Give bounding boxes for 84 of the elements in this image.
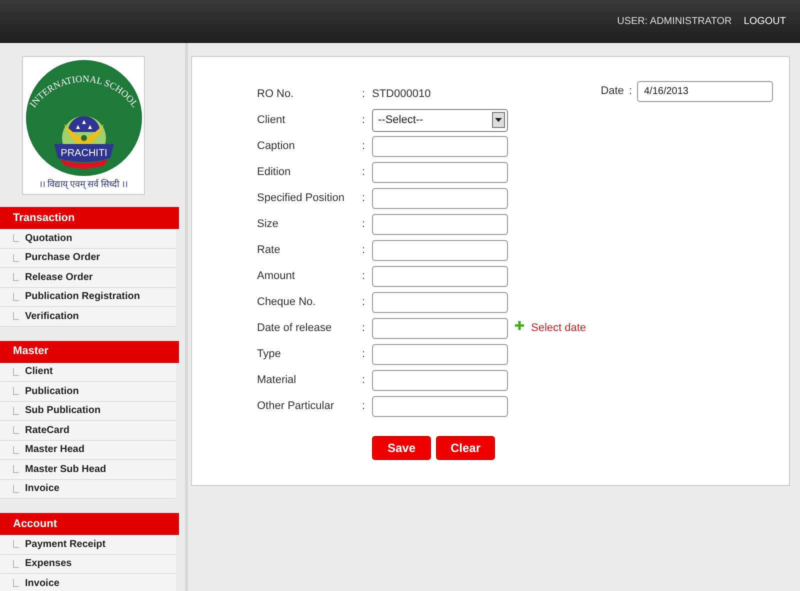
- field-label: Type: [257, 346, 282, 362]
- field-label: Other Particular: [257, 398, 336, 414]
- tree-branch-icon: [13, 579, 19, 588]
- field-label: Date of release: [257, 320, 333, 336]
- tree-branch-icon: [13, 465, 19, 474]
- tree-branch-icon: [13, 446, 19, 454]
- emblem-drawing: [54, 116, 114, 168]
- menu-item[interactable]: Sub Publication: [0, 402, 176, 421]
- menu-item[interactable]: Quotation: [0, 229, 176, 248]
- date-field[interactable]: 4/16/2013: [637, 81, 773, 102]
- field-label: Size: [257, 216, 280, 232]
- field-label: RO No.: [257, 86, 295, 102]
- tree-branch-icon: [13, 540, 19, 548]
- input-field[interactable]: [372, 266, 508, 286]
- input-field[interactable]: [372, 240, 508, 260]
- colon: :: [628, 84, 632, 100]
- tree-branch-icon: [13, 368, 19, 376]
- colon: :: [362, 112, 366, 128]
- colon: :: [362, 294, 366, 310]
- input-field[interactable]: [372, 292, 508, 312]
- menu-item[interactable]: Master Head: [0, 440, 176, 460]
- menu-item[interactable]: RateCard: [0, 421, 176, 440]
- field-label: Edition: [257, 164, 292, 180]
- menu-item[interactable]: Client: [0, 362, 176, 382]
- tree-branch-icon: [13, 254, 19, 262]
- logout-link[interactable]: LOGOUT: [744, 14, 786, 29]
- field-label: Rate: [257, 242, 282, 258]
- tree-branch-icon: [13, 234, 19, 242]
- colon: :: [362, 320, 366, 336]
- tree-branch-icon: [13, 292, 19, 301]
- tree-branch-icon: [13, 560, 19, 568]
- input-field[interactable]: [372, 188, 508, 208]
- action-button[interactable]: Clear: [436, 436, 495, 460]
- input-field[interactable]: [372, 318, 508, 338]
- field-label: Date: [600, 84, 624, 100]
- menu-item[interactable]: Master Sub Head: [0, 460, 176, 480]
- colon: :: [362, 346, 366, 362]
- section-header: Master: [0, 340, 179, 362]
- colon: :: [362, 268, 366, 284]
- field-label: Amount: [257, 268, 296, 284]
- field-label: Specified Position: [257, 190, 346, 206]
- colon: :: [362, 138, 366, 154]
- ro-number: STD000010: [372, 86, 431, 102]
- tree-branch-icon: [13, 312, 19, 320]
- field-label: Caption: [257, 138, 296, 154]
- tree-branch-icon: [13, 273, 19, 282]
- menu-item[interactable]: Invoice: [0, 480, 176, 499]
- select-date-link[interactable]: Select date: [531, 320, 586, 336]
- plus-icon: [515, 320, 524, 330]
- menu-item[interactable]: Verification: [0, 307, 176, 326]
- tree-branch-icon: [13, 484, 19, 493]
- menu-item[interactable]: Payment Receipt: [0, 535, 176, 554]
- tree-branch-icon: [13, 426, 19, 434]
- logo-motto: ।। विद्याय् एवम् सर्व सिध्दी ।।: [39, 180, 128, 189]
- colon: :: [362, 216, 366, 232]
- input-field[interactable]: [372, 370, 508, 390]
- input-field[interactable]: [372, 162, 508, 182]
- tree-branch-icon: [13, 406, 19, 415]
- menu-item[interactable]: Purchase Order: [0, 248, 176, 268]
- field-label: Client: [257, 112, 286, 128]
- input-field[interactable]: [372, 136, 508, 156]
- menu-item[interactable]: Publication Registration: [0, 288, 176, 307]
- colon: :: [362, 86, 366, 102]
- colon: :: [362, 372, 366, 388]
- field-label: Material: [257, 372, 298, 388]
- menu-item[interactable]: Publication: [0, 382, 176, 402]
- menu-item[interactable]: Expenses: [0, 554, 176, 574]
- menu-item[interactable]: Invoice: [0, 574, 176, 591]
- menu-item[interactable]: Release Order: [0, 268, 176, 288]
- input-field[interactable]: [372, 396, 508, 416]
- input-field[interactable]: [372, 214, 508, 234]
- colon: :: [362, 242, 366, 258]
- tree-branch-icon: [13, 387, 19, 396]
- client-dropdown[interactable]: --Select--: [372, 108, 508, 132]
- action-button[interactable]: Save: [372, 436, 431, 460]
- colon: :: [362, 190, 366, 206]
- input-field[interactable]: [372, 344, 508, 364]
- colon: :: [362, 164, 366, 180]
- section-header: Transaction: [0, 207, 179, 229]
- user-label: USER: ADMINISTRATOR: [617, 15, 732, 29]
- field-label: Cheque No.: [257, 294, 317, 310]
- logo-name: PRACHITI: [60, 148, 107, 159]
- section-header: Account: [0, 513, 179, 535]
- colon: :: [362, 398, 366, 414]
